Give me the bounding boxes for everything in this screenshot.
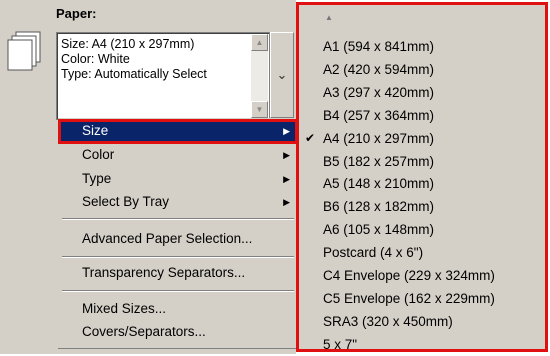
size-submenu: ▲ A1 (594 x 841mm) A2 (420 x 594mm) A3 (29…	[296, 2, 548, 352]
size-option-label: A3 (297 x 420mm)	[323, 84, 435, 100]
paper-stack-icon	[6, 30, 46, 74]
chevron-down-icon[interactable]: ⌄	[270, 32, 294, 118]
menu-item-mixed-sizes[interactable]: Mixed Sizes...	[60, 298, 296, 320]
size-option[interactable]: A2 (420 x 594mm)	[299, 58, 545, 81]
summary-size: Size: A4 (210 x 297mm)	[61, 37, 195, 51]
summary-type: Type: Automatically Select	[61, 67, 207, 81]
menu-item-transparency-separators[interactable]: Transparency Separators...	[60, 262, 296, 284]
scroll-down-button[interactable]: ▼	[251, 101, 268, 118]
size-option-label: B6 (128 x 182mm)	[323, 199, 435, 215]
paper-label: Paper:	[56, 6, 97, 21]
menu-separator	[62, 218, 294, 220]
menu-item-select-by-tray[interactable]: Select By Tray ▶	[60, 191, 296, 213]
size-option-label: Postcard (4 x 6")	[323, 245, 424, 261]
size-option-label: B4 (257 x 364mm)	[323, 107, 435, 123]
size-option[interactable]: SRA3 (320 x 450mm)	[299, 310, 545, 333]
menu-separator	[62, 256, 294, 258]
size-option[interactable]: A3 (297 x 420mm)	[299, 81, 545, 104]
size-item-highlight	[58, 119, 298, 144]
size-option-label: 5 x 7"	[323, 336, 358, 352]
menu-separator	[62, 290, 294, 292]
paper-context-menu: Size ▶ Color ▶ Type ▶ Select By Tray ▶ A…	[58, 118, 299, 349]
size-option-label: A1 (594 x 841mm)	[323, 39, 435, 54]
size-option[interactable]: 5 x 7"	[299, 333, 545, 356]
size-option[interactable]: A6 (105 x 148mm)	[299, 218, 545, 241]
paper-summary-box[interactable]: Size: A4 (210 x 297mm) Color: White Type…	[56, 32, 270, 120]
size-option[interactable]: C4 Envelope (229 x 324mm)	[299, 264, 545, 287]
submenu-arrow-icon: ▶	[283, 197, 290, 207]
submenu-arrow-icon: ▶	[283, 174, 290, 184]
size-option-label: A4 (210 x 297mm)	[323, 130, 435, 146]
menu-item-color[interactable]: Color ▶	[60, 144, 296, 166]
size-option[interactable]: Postcard (4 x 6")	[299, 241, 545, 264]
scroll-up-button[interactable]: ▲	[251, 34, 268, 51]
summary-scrollbar[interactable]: ▲ ▼	[251, 34, 268, 118]
size-option-label: C5 Envelope (162 x 229mm)	[323, 290, 495, 306]
menu-item-type[interactable]: Type ▶	[60, 168, 296, 190]
size-option[interactable]: B4 (257 x 364mm)	[299, 104, 545, 127]
menu-item-advanced-paper-selection[interactable]: Advanced Paper Selection...	[60, 228, 296, 250]
checkmark-icon: ✔	[305, 130, 316, 145]
size-option[interactable]: A5 (148 x 210mm)	[299, 172, 545, 195]
size-option[interactable]: A1 (594 x 841mm)	[299, 35, 545, 58]
size-option-label: A5 (148 x 210mm)	[323, 176, 435, 192]
size-option[interactable]: ✔ A4 (210 x 297mm)	[299, 127, 545, 150]
size-option-label: C4 Envelope (229 x 324mm)	[323, 268, 495, 283]
size-option-label: SRA3 (320 x 450mm)	[323, 313, 453, 329]
menu-item-covers-separators[interactable]: Covers/Separators...	[60, 321, 296, 343]
submenu-arrow-icon: ▶	[283, 150, 290, 160]
size-option[interactable]: B6 (128 x 182mm)	[299, 195, 545, 218]
scroll-up-arrow-icon[interactable]: ▲	[325, 13, 333, 22]
summary-color: Color: White	[61, 52, 130, 66]
size-option[interactable]: B5 (182 x 257mm)	[299, 150, 545, 173]
size-option-label: B5 (182 x 257mm)	[323, 153, 435, 169]
size-option[interactable]: C5 Envelope (162 x 229mm)	[299, 287, 545, 310]
size-option-label: A6 (105 x 148mm)	[323, 222, 435, 238]
size-option-label: A2 (420 x 594mm)	[323, 61, 435, 77]
